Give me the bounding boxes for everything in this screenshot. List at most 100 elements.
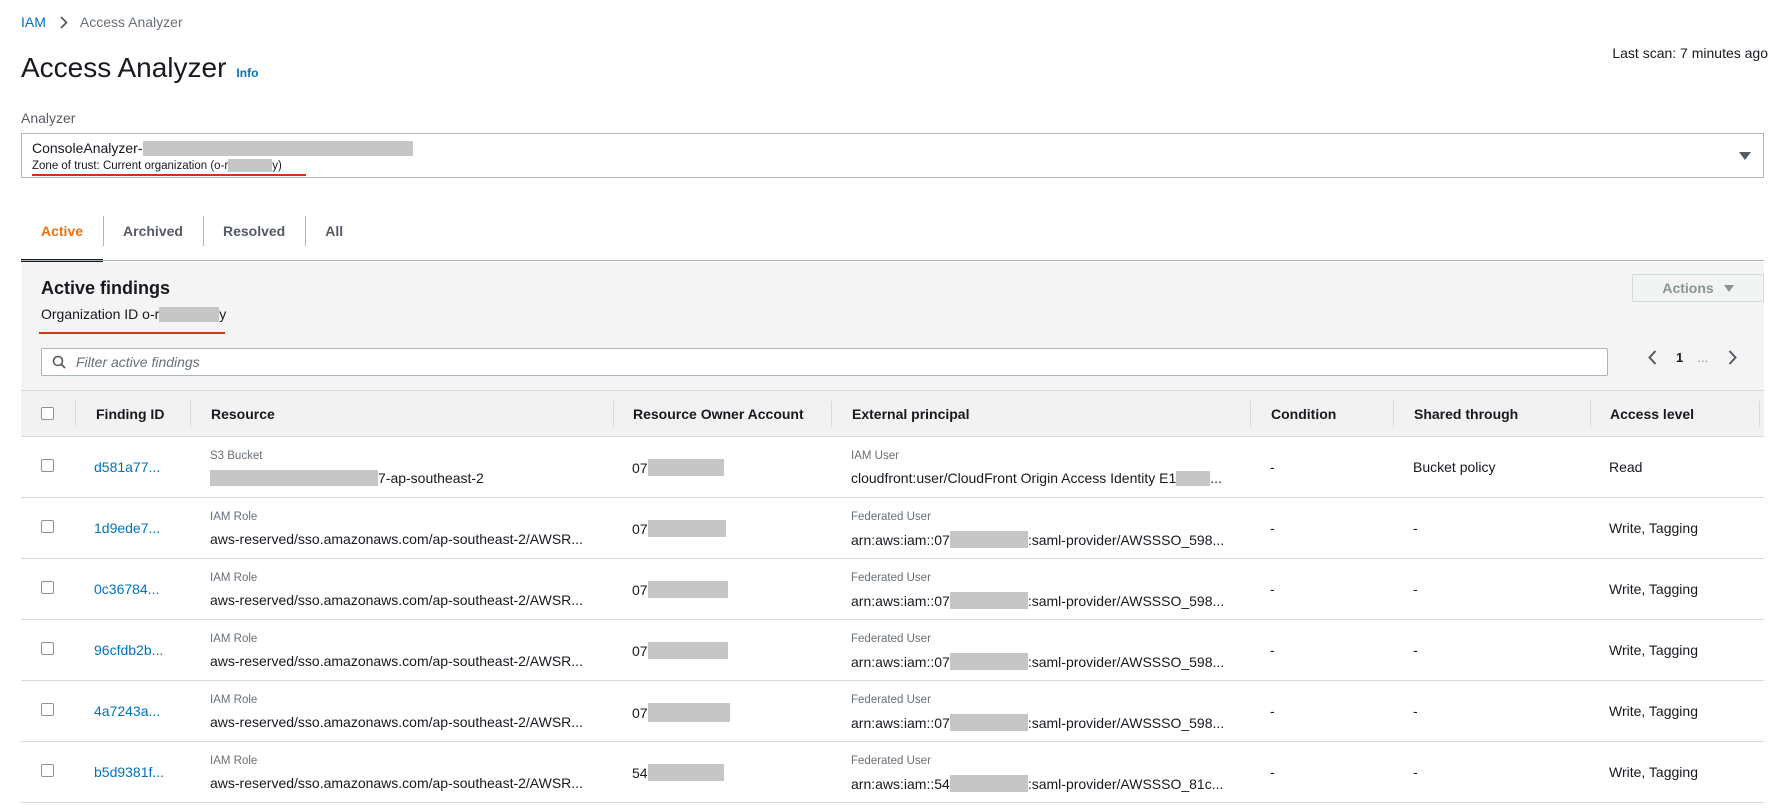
row-checkbox[interactable] <box>41 459 54 472</box>
column-header-shared-through[interactable]: Shared through <box>1414 391 1518 436</box>
access-level-value: Read <box>1609 459 1643 475</box>
select-all-checkbox[interactable] <box>41 407 54 420</box>
actions-button[interactable]: Actions <box>1632 274 1764 302</box>
info-link[interactable]: Info <box>236 66 258 80</box>
principal-type: IAM User <box>851 450 899 462</box>
caret-down-icon <box>1723 284 1734 292</box>
table-row[interactable]: 4a7243a... IAM Role aws-reserved/sso.ama… <box>21 681 1764 742</box>
finding-id-link[interactable]: 0c36784... <box>94 581 159 597</box>
column-header-finding-id[interactable]: Finding ID <box>96 391 164 436</box>
row-checkbox[interactable] <box>41 764 54 777</box>
resource-name-text: 7-ap-southeast-2 <box>378 470 484 486</box>
principal-value-text: cloudfront:user/CloudFront Origin Access… <box>851 470 1177 486</box>
shared-through-value: - <box>1413 703 1418 719</box>
owner-account: 07 <box>632 459 724 476</box>
resource-type: IAM Role <box>210 572 258 584</box>
owner-account-prefix: 07 <box>632 459 648 476</box>
row-checkbox[interactable] <box>41 520 54 533</box>
principal-value: arn:aws:iam::07 :saml-provider/AWSSSO_59… <box>851 653 1224 670</box>
analyzer-select[interactable]: ConsoleAnalyzer- Zone of trust: Current … <box>21 133 1764 178</box>
analyzer-label: Analyzer <box>21 110 76 126</box>
select-all-cell <box>41 391 54 436</box>
principal-value-text: arn:aws:iam::54 <box>851 775 950 792</box>
finding-id-link[interactable]: b5d9381f... <box>94 764 164 780</box>
condition-value: - <box>1270 520 1275 536</box>
filter-input[interactable] <box>74 353 1574 371</box>
tab-label: Archived <box>123 223 183 239</box>
principal-value: arn:aws:iam::54 :saml-provider/AWSSSO_81… <box>851 775 1223 792</box>
column-divider <box>1393 401 1394 427</box>
redacted-block <box>1176 470 1211 486</box>
redacted-block <box>647 764 724 781</box>
column-divider <box>190 401 191 427</box>
resource-name: aws-reserved/sso.amazonaws.com/ap-southe… <box>210 775 583 791</box>
table-row[interactable]: 96cfdb2b... IAM Role aws-reserved/sso.am… <box>21 620 1764 681</box>
column-divider <box>613 401 614 427</box>
access-level-value: Write, Tagging <box>1609 764 1698 780</box>
redacted-block <box>949 531 1028 548</box>
table-row[interactable]: 0c36784... IAM Role aws-reserved/sso.ama… <box>21 559 1764 620</box>
condition-value: - <box>1270 703 1275 719</box>
findings-tabs: Active Archived Resolved All <box>21 214 363 262</box>
row-checkbox[interactable] <box>41 642 54 655</box>
owner-account-prefix: 07 <box>632 581 648 598</box>
column-divider <box>1590 401 1591 427</box>
finding-id-link[interactable]: d581a77... <box>94 459 160 475</box>
analyzer-name-text: ConsoleAnalyzer- <box>32 140 143 156</box>
tab-all[interactable]: All <box>305 214 363 260</box>
redacted-block <box>949 714 1028 731</box>
column-divider <box>1250 401 1251 427</box>
chevron-right-icon[interactable] <box>1722 350 1742 365</box>
title-row: Access Analyzer Info <box>21 52 258 84</box>
finding-id-link[interactable]: 1d9ede7... <box>94 520 160 536</box>
finding-id-link[interactable]: 4a7243a... <box>94 703 160 719</box>
resource-type: IAM Role <box>210 755 258 767</box>
tab-resolved[interactable]: Resolved <box>202 214 305 260</box>
resource-name: aws-reserved/sso.amazonaws.com/ap-southe… <box>210 714 583 730</box>
redacted-block <box>159 306 220 322</box>
row-checkbox[interactable] <box>41 581 54 594</box>
owner-account-prefix: 54 <box>632 764 648 781</box>
redacted-block <box>647 642 728 659</box>
table-row[interactable]: b5d9381f... IAM Role aws-reserved/sso.am… <box>21 742 1764 803</box>
page-number[interactable]: 1 <box>1676 350 1683 365</box>
column-header-access-level[interactable]: Access level <box>1610 391 1694 436</box>
access-level-value: Write, Tagging <box>1609 581 1698 597</box>
resource-name: 7-ap-southeast-2 <box>210 470 484 486</box>
resource-type: IAM Role <box>210 633 258 645</box>
tab-active[interactable]: Active <box>21 214 104 262</box>
tab-label: Active <box>41 223 84 239</box>
principal-value-text: arn:aws:iam::07 <box>851 714 950 731</box>
redacted-block <box>647 703 730 722</box>
shared-through-value: - <box>1413 764 1418 780</box>
row-checkbox[interactable] <box>41 703 54 716</box>
principal-value-suffix: :saml-provider/AWSSSO_81c... <box>1027 775 1224 792</box>
organization-id-text: Organization ID o-r <box>41 306 160 322</box>
zone-of-trust: Zone of trust: Current organization (o-r… <box>32 159 282 172</box>
owner-account: 54 <box>632 764 724 781</box>
column-divider <box>831 401 832 427</box>
column-header-resource-owner[interactable]: Resource Owner Account <box>633 391 804 436</box>
tab-label: Resolved <box>222 223 286 239</box>
organization-id: Organization ID o-r y <box>41 306 226 322</box>
column-header-resource[interactable]: Resource <box>211 391 275 436</box>
table-row[interactable]: d581a77... S3 Bucket 7-ap-southeast-2 07… <box>21 437 1764 498</box>
finding-id-link[interactable]: 96cfdb2b... <box>94 642 163 658</box>
principal-value-text: arn:aws:iam::07 <box>851 592 950 609</box>
breadcrumb-iam-link[interactable]: IAM <box>21 14 46 30</box>
zone-of-trust-text: Zone of trust: Current organization (o-r <box>32 159 229 172</box>
principal-value-text: arn:aws:iam::07 <box>851 653 950 670</box>
tab-archived[interactable]: Archived <box>103 214 203 260</box>
principal-value-text: arn:aws:iam::07 <box>851 531 950 548</box>
page-title: Access Analyzer <box>21 52 227 83</box>
chevron-left-icon[interactable] <box>1642 350 1662 365</box>
table-row[interactable]: 1d9ede7... IAM Role aws-reserved/sso.ama… <box>21 498 1764 559</box>
access-level-value: Write, Tagging <box>1609 703 1698 719</box>
redacted-block <box>949 775 1028 792</box>
column-divider <box>75 401 76 427</box>
analyzer-name: ConsoleAnalyzer- <box>32 140 413 156</box>
column-header-condition[interactable]: Condition <box>1271 391 1336 436</box>
column-header-external-principal[interactable]: External principal <box>852 391 969 436</box>
page-ellipsis: ... <box>1697 350 1709 365</box>
principal-value-suffix: :saml-provider/AWSSSO_598... <box>1027 592 1225 609</box>
